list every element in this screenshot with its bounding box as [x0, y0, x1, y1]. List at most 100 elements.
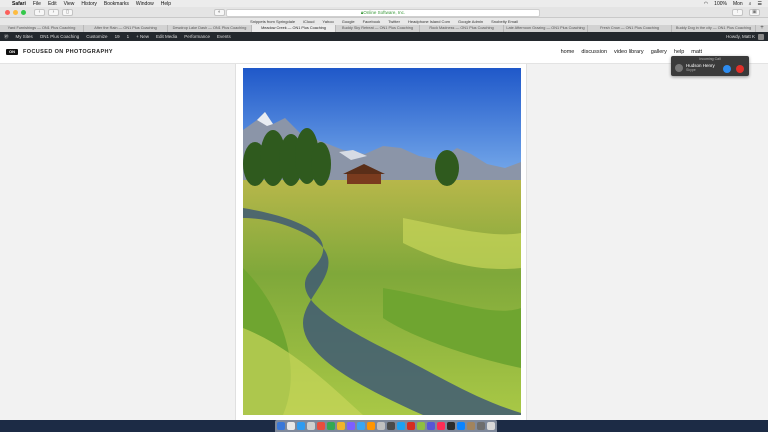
dock-app-icon[interactable]: [377, 422, 385, 430]
dock-app-icon[interactable]: [457, 422, 465, 430]
admin-new[interactable]: + New: [136, 34, 149, 39]
share-button[interactable]: ↑: [732, 8, 743, 16]
admin-greeting[interactable]: Howdy, Matt K: [726, 34, 755, 39]
admin-site-name[interactable]: ON1 Plus Coaching: [40, 34, 80, 39]
dock-app-icon[interactable]: [387, 422, 395, 430]
wp-admin-bar: Ⓦ My Sites ON1 Plus Coaching Customize 1…: [0, 32, 768, 41]
admin-updates[interactable]: 19: [115, 34, 120, 39]
search-icon[interactable]: ⌕: [749, 1, 752, 7]
menu-window[interactable]: Window: [136, 1, 154, 7]
browser-tab[interactable]: After the Rain — ON1 Plus Coaching: [84, 25, 168, 32]
browser-tab[interactable]: Buddy Dog in the city — ON1 Plus Coachin…: [672, 25, 756, 32]
landscape-image: [243, 68, 521, 415]
site-header: ON FOCUSED ON PHOTOGRAPHY home discussio…: [0, 41, 768, 64]
menu-edit[interactable]: Edit: [48, 1, 57, 7]
forward-button[interactable]: ›: [48, 8, 59, 16]
site-navigation: home discussion video library gallery he…: [561, 49, 702, 55]
admin-comments[interactable]: 1: [127, 34, 130, 39]
browser-tab[interactable]: Fresh Crow — ON1 Plus Coaching: [588, 25, 672, 32]
favorite-link[interactable]: Snobelty Email: [491, 19, 518, 24]
browser-tab[interactable]: Yard Furnishings — ON1 Plus Coaching: [0, 25, 84, 32]
menu-help[interactable]: Help: [161, 1, 171, 7]
dock-app-icon[interactable]: [477, 422, 485, 430]
dock-app-icon[interactable]: [297, 422, 305, 430]
accept-call-button[interactable]: [723, 65, 731, 73]
dock-app-icon[interactable]: [337, 422, 345, 430]
menu-file[interactable]: File: [33, 1, 41, 7]
favorite-link[interactable]: Yahoo: [322, 19, 333, 24]
favorite-link[interactable]: Snippets from Springdale: [250, 19, 295, 24]
menu-safari[interactable]: Safari: [12, 1, 26, 7]
incoming-call-notification[interactable]: Incoming Call Hudson Henry Skype: [671, 56, 749, 76]
dock-app-icon[interactable]: [437, 422, 445, 430]
nav-video-library[interactable]: video library: [614, 49, 644, 55]
admin-performance[interactable]: Performance: [184, 34, 210, 39]
dock-app-icon[interactable]: [327, 422, 335, 430]
menu-bookmarks[interactable]: Bookmarks: [104, 1, 129, 7]
nav-discussion[interactable]: discussion: [581, 49, 607, 55]
site-name[interactable]: FOCUSED ON PHOTOGRAPHY: [23, 49, 113, 55]
browser-toolbar: ‹ › ▯ ◐ 🔒︎ Online Software, Inc. ↑ ▣: [0, 7, 768, 18]
dock-app-icon[interactable]: [367, 422, 375, 430]
dock-app-icon[interactable]: [317, 422, 325, 430]
caller-subtitle: Skype: [686, 68, 696, 72]
dock-app-icon[interactable]: [417, 422, 425, 430]
browser-tab-active[interactable]: Meadow Creek — ON1 Plus Coaching: [252, 25, 336, 32]
admin-edit-media[interactable]: Edit Media: [156, 34, 177, 39]
browser-tab[interactable]: Rock Madness — ON1 Plus Coaching: [420, 25, 504, 32]
favorite-link[interactable]: Facebook: [363, 19, 381, 24]
decline-call-button[interactable]: [736, 65, 744, 73]
admin-my-sites[interactable]: My Sites: [16, 34, 33, 39]
wifi-icon[interactable]: ◠: [704, 1, 708, 7]
new-tab-button[interactable]: +: [756, 25, 768, 32]
caller-avatar: [675, 64, 683, 72]
call-title: Incoming Call: [699, 57, 721, 61]
dock-app-icon[interactable]: [347, 422, 355, 430]
battery-level[interactable]: 100%: [714, 1, 727, 7]
dock-app-icon[interactable]: [487, 422, 495, 430]
page-content: [0, 64, 768, 420]
nav-user[interactable]: matt: [691, 49, 702, 55]
dock-app-icon[interactable]: [287, 422, 295, 430]
nav-home[interactable]: home: [561, 49, 575, 55]
browser-tab[interactable]: Buddy Sky Retreat — ON1 Plus Coaching: [336, 25, 420, 32]
dock-app-icon[interactable]: [277, 422, 285, 430]
photo-frame: [235, 64, 527, 420]
back-button[interactable]: ‹: [34, 8, 45, 16]
dock-app-icon[interactable]: [467, 422, 475, 430]
browser-tab[interactable]: Late Afternoon Grazing — ON1 Plus Coachi…: [504, 25, 588, 32]
wordpress-icon[interactable]: Ⓦ: [4, 34, 9, 40]
nav-gallery[interactable]: gallery: [651, 49, 667, 55]
dock-app-icon[interactable]: [357, 422, 365, 430]
admin-customize[interactable]: Customize: [86, 34, 107, 39]
macos-dock: [275, 420, 497, 432]
favorite-link[interactable]: Google: [342, 19, 355, 24]
sidebar-toggle-button[interactable]: ▯: [62, 8, 73, 16]
menu-history[interactable]: History: [81, 1, 97, 7]
close-window-button[interactable]: [5, 9, 10, 15]
notification-center-icon[interactable]: ☰: [758, 1, 762, 7]
avatar[interactable]: [758, 33, 764, 40]
address-bar[interactable]: 🔒︎ Online Software, Inc.: [226, 8, 540, 17]
site-logo[interactable]: ON: [6, 49, 18, 55]
minimize-window-button[interactable]: [13, 9, 18, 15]
favorite-link[interactable]: Headphone Island Com: [408, 19, 450, 24]
clock[interactable]: Mon: [733, 1, 743, 7]
dock-app-icon[interactable]: [447, 422, 455, 430]
meadow-creek-photo[interactable]: [243, 68, 521, 415]
fullscreen-window-button[interactable]: [21, 9, 26, 15]
shield-icon[interactable]: ◐: [214, 8, 225, 16]
favorite-link[interactable]: iCloud: [303, 19, 314, 24]
browser-tab[interactable]: Dewdrop Lake Dash — ON1 Plus Coaching: [168, 25, 252, 32]
favorite-link[interactable]: Twitter: [388, 19, 400, 24]
menu-view[interactable]: View: [64, 1, 75, 7]
tab-bar: Yard Furnishings — ON1 Plus Coaching Aft…: [0, 25, 768, 32]
dock-app-icon[interactable]: [427, 422, 435, 430]
admin-events[interactable]: Events: [217, 34, 231, 39]
dock-app-icon[interactable]: [407, 422, 415, 430]
tabs-overview-button[interactable]: ▣: [749, 8, 760, 16]
dock-app-icon[interactable]: [397, 422, 405, 430]
nav-help[interactable]: help: [674, 49, 684, 55]
dock-app-icon[interactable]: [307, 422, 315, 430]
favorite-link[interactable]: Google Admin: [458, 19, 483, 24]
